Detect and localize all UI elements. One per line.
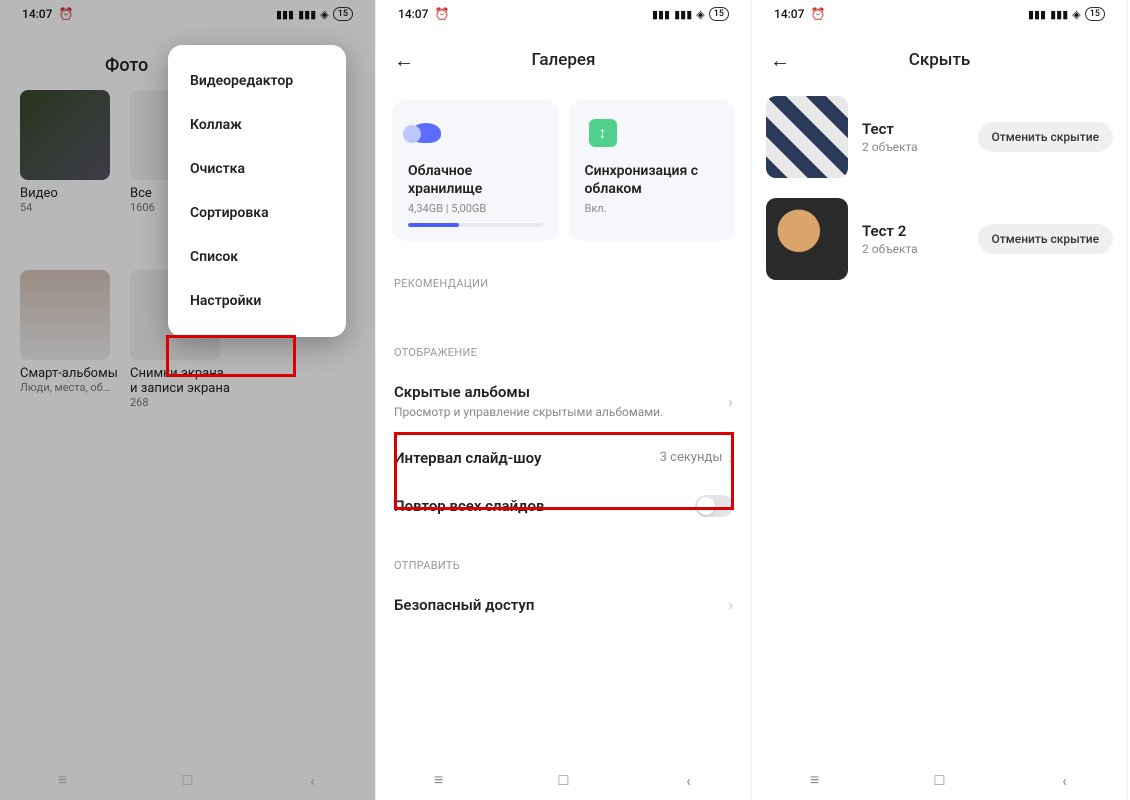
- battery-badge: 15: [709, 7, 729, 21]
- section-display: ОТОБРАЖЕНИЕ: [376, 346, 751, 359]
- page-header: ← Скрыть: [752, 34, 1127, 86]
- album-name: Тест 2: [862, 222, 934, 240]
- nav-recent-icon[interactable]: ≡: [38, 770, 88, 790]
- nav-home-icon[interactable]: □: [915, 770, 965, 790]
- hidden-album-row: Тест 2 объекта Отменить скрытие: [752, 86, 1127, 188]
- status-time: 14:07: [774, 7, 804, 21]
- signal-icon-2: ▮▮▮: [1050, 8, 1068, 21]
- menu-item-video-editor[interactable]: Видеоредактор: [168, 59, 346, 103]
- wifi-icon: ◈: [1072, 8, 1080, 21]
- nav-home-icon[interactable]: □: [539, 770, 589, 790]
- cloud-icon: [408, 118, 444, 148]
- section-recommendations: РЕКОМЕНДАЦИИ: [376, 277, 751, 290]
- android-navbar: ≡ □ ‹: [0, 760, 375, 800]
- setting-title: Безопасный доступ: [394, 596, 728, 614]
- nav-home-icon[interactable]: □: [163, 770, 213, 790]
- nav-back-icon[interactable]: ‹: [1040, 771, 1090, 790]
- nav-back-icon[interactable]: ‹: [664, 771, 714, 790]
- battery-badge: 15: [1085, 7, 1105, 21]
- setting-hidden-albums[interactable]: Скрытые альбомы Просмотр и управление ск…: [376, 369, 751, 434]
- card-subtitle: Вкл.: [585, 202, 720, 215]
- album-count: 2 объекта: [862, 140, 934, 154]
- card-title: Синхронизация с облаком: [585, 162, 720, 198]
- sync-icon: [585, 118, 621, 148]
- screen-photos: 14:07 ⏰ ▮▮▮ ▮▮▮ ◈ 15 Фото Видео 54 Все 1…: [0, 0, 376, 800]
- wifi-icon: ◈: [696, 8, 704, 21]
- album-count: 2 объекта: [862, 242, 934, 256]
- page-header: ← Галерея: [376, 34, 751, 86]
- nav-recent-icon[interactable]: ≡: [790, 770, 840, 790]
- cloud-storage-card[interactable]: Облачное хранилище 4,34GB | 5,00GB: [392, 100, 559, 241]
- setting-title: Скрытые альбомы: [394, 383, 728, 401]
- android-navbar: ≡ □ ‹: [752, 760, 1127, 800]
- nav-back-icon[interactable]: ‹: [288, 771, 338, 790]
- chevron-right-icon: ›: [728, 393, 733, 411]
- album-name: Тест: [862, 120, 934, 138]
- cloud-sync-card[interactable]: Синхронизация с облаком Вкл.: [569, 100, 736, 241]
- screen-hide-albums: 14:07 ⏰ ▮▮▮ ▮▮▮ ◈ 15 ← Скрыть Тест 2 объ…: [752, 0, 1128, 800]
- unhide-button[interactable]: Отменить скрытие: [978, 122, 1113, 152]
- setting-secure-access[interactable]: Безопасный доступ ›: [376, 582, 751, 628]
- menu-item-cleanup[interactable]: Очистка: [168, 147, 346, 191]
- back-icon[interactable]: ←: [770, 48, 800, 73]
- screen-gallery-settings: 14:07 ⏰ ▮▮▮ ▮▮▮ ◈ 15 ← Галерея Облачное …: [376, 0, 752, 800]
- android-navbar: ≡ □ ‹: [376, 760, 751, 800]
- album-thumbnail[interactable]: [766, 198, 848, 280]
- alarm-icon: ⏰: [810, 7, 825, 21]
- alarm-icon: ⏰: [434, 7, 449, 21]
- menu-item-settings[interactable]: Настройки: [168, 279, 346, 323]
- chevron-right-icon: ›: [728, 596, 733, 614]
- section-send: ОТПРАВИТЬ: [376, 559, 751, 572]
- album-thumbnail[interactable]: [766, 96, 848, 178]
- hidden-album-row: Тест 2 2 объекта Отменить скрытие: [752, 188, 1127, 290]
- card-subtitle: 4,34GB | 5,00GB: [408, 202, 543, 215]
- unhide-button[interactable]: Отменить скрытие: [978, 224, 1113, 254]
- status-bar: 14:07 ⏰ ▮▮▮ ▮▮▮ ◈ 15: [376, 0, 751, 28]
- storage-progress: [408, 223, 543, 227]
- menu-item-sort[interactable]: Сортировка: [168, 191, 346, 235]
- status-time: 14:07: [398, 7, 428, 21]
- signal-icon: ▮▮▮: [652, 8, 670, 21]
- setting-subtitle: Просмотр и управление скрытыми альбомами…: [394, 404, 728, 420]
- page-title: Галерея: [424, 50, 703, 70]
- highlight-annotation: [166, 335, 296, 377]
- highlight-annotation: [394, 432, 734, 510]
- signal-icon-2: ▮▮▮: [674, 8, 692, 21]
- back-icon[interactable]: ←: [394, 48, 424, 73]
- menu-item-list[interactable]: Список: [168, 235, 346, 279]
- page-title: Скрыть: [800, 50, 1079, 70]
- card-title: Облачное хранилище: [408, 162, 543, 198]
- overflow-menu: Видеоредактор Коллаж Очистка Сортировка …: [168, 45, 346, 337]
- nav-recent-icon[interactable]: ≡: [414, 770, 464, 790]
- status-bar: 14:07 ⏰ ▮▮▮ ▮▮▮ ◈ 15: [752, 0, 1127, 28]
- signal-icon: ▮▮▮: [1028, 8, 1046, 21]
- menu-item-collage[interactable]: Коллаж: [168, 103, 346, 147]
- storage-cards: Облачное хранилище 4,34GB | 5,00GB Синхр…: [376, 100, 751, 241]
